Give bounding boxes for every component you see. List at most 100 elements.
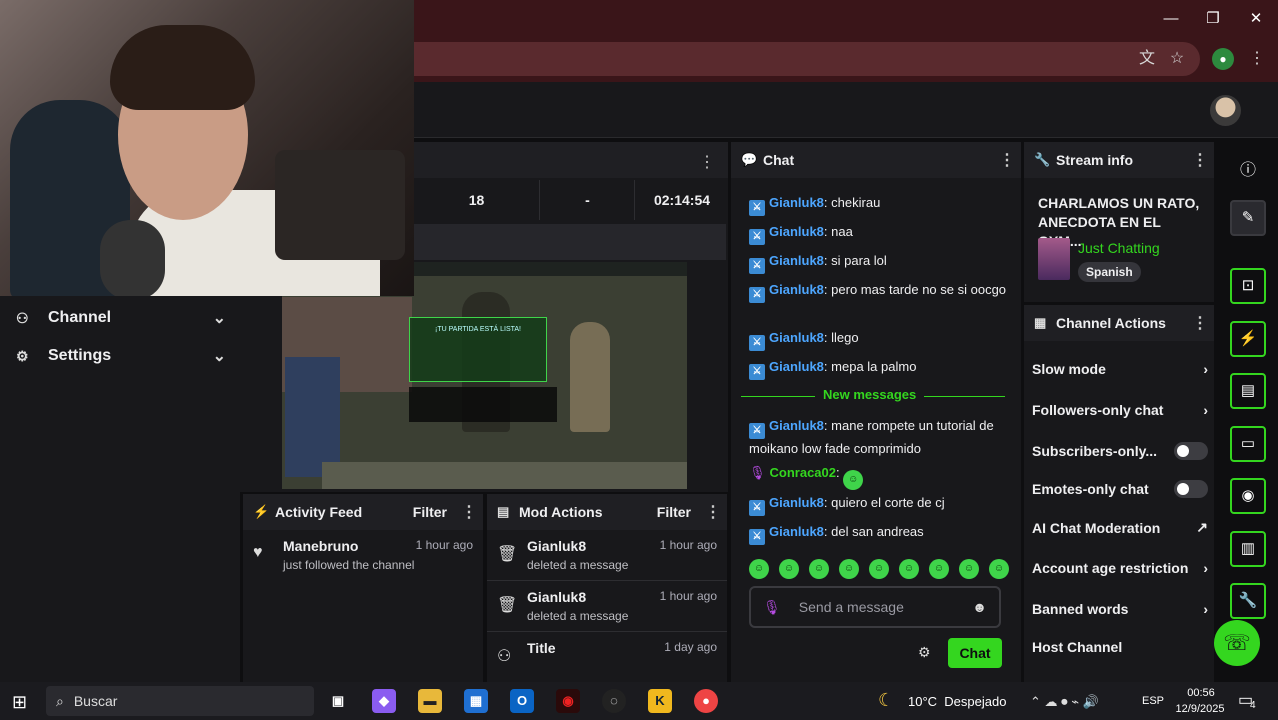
list-item[interactable]: ⚇ Title 1 day ago (487, 632, 727, 674)
emote-icon[interactable]: ☺ (869, 559, 889, 579)
emotes-only-toggle[interactable] (1174, 480, 1208, 498)
more-options-icon[interactable]: ⋮ (1192, 313, 1208, 333)
activity-user: Manebruno (283, 538, 359, 554)
follower-count: - (541, 180, 635, 220)
ai-moderation-row[interactable]: AI Chat Moderation ↗ (1032, 519, 1208, 536)
emote-icon[interactable]: ☺ (959, 559, 979, 579)
lightning-icon[interactable]: ⚡ (1230, 321, 1266, 357)
followers-only-row[interactable]: Followers-only chat › (1032, 402, 1208, 418)
mod-actions-panel: ▤ Mod Actions Filter ⋮ 🗑 Gianluk8 1 hour … (487, 494, 727, 682)
emote-icon[interactable]: ☺ (839, 559, 859, 579)
emote-icon[interactable]: ☺ (779, 559, 799, 579)
obs-icon[interactable]: ◌ (602, 689, 626, 713)
sidebar-item-settings[interactable]: ⚙ Settings ⌄ (16, 341, 226, 371)
close-window-button[interactable]: ✕ (1243, 8, 1269, 30)
slow-mode-row[interactable]: Slow mode › (1032, 361, 1208, 377)
help-chat-icon[interactable]: ☏ (1214, 620, 1260, 666)
task-view-icon[interactable]: ▣ (326, 689, 350, 713)
user-avatar[interactable] (1210, 95, 1241, 126)
file-explorer-icon[interactable]: ▬ (418, 689, 442, 713)
wrench-icon[interactable]: 🔧 (1230, 583, 1266, 619)
mod-time: 1 day ago (664, 640, 717, 654)
chat-input[interactable]: 🎙 Send a message ☻ (749, 586, 1001, 628)
store-icon[interactable]: ▦ (464, 689, 488, 713)
language-indicator[interactable]: ESP (1142, 695, 1164, 707)
chat-message[interactable]: ⚔ Gianluk8: del san andreas (749, 522, 1011, 545)
mod-user: Gianluk8 (527, 538, 587, 554)
stream-info-panel: 🔧 Stream info ⋮ CHARLAMOS UN RATO, ANECD… (1024, 142, 1214, 302)
kick-app-icon[interactable]: K (648, 689, 672, 713)
account-age-row[interactable]: Account age restriction › (1032, 560, 1208, 576)
star-icon[interactable]: ☆ (1166, 48, 1188, 70)
list-item[interactable]: ♥ Manebruno 1 hour ago just followed the … (243, 530, 483, 580)
translate-icon[interactable]: 文 (1136, 48, 1158, 70)
chat-username: Gianluk8 (769, 418, 824, 433)
valorant-icon[interactable]: ◉ (556, 689, 580, 713)
channel-actions-panel: ▦ Channel Actions ⋮ Slow mode › Followers… (1024, 305, 1214, 682)
outlook-icon[interactable]: O (510, 689, 534, 713)
chat-message[interactable]: ⚔ Gianluk8: chekirau (749, 193, 1011, 216)
clock-time[interactable]: 00:56 (1176, 687, 1226, 699)
emotes-only-row[interactable]: Emotes-only chat (1032, 480, 1208, 498)
address-bar[interactable] (330, 42, 1200, 76)
browser-menu-icon[interactable]: ⋮ (1246, 48, 1268, 70)
chat-message[interactable]: ⚔ Gianluk8: si para lol (749, 251, 1011, 274)
banned-words-row[interactable]: Banned words › (1032, 601, 1208, 617)
more-options-icon[interactable]: ⋮ (461, 502, 477, 522)
weather-text[interactable]: 10°C Despejado (908, 694, 1006, 709)
mod-filter-button[interactable]: Filter (657, 504, 705, 520)
stream-info-title: Stream info (1056, 152, 1134, 168)
chat-message[interactable]: ⚔ Gianluk8: naa (749, 222, 1011, 245)
chevron-down-icon: ⌄ (212, 348, 226, 365)
profile-icon[interactable]: ● (1212, 48, 1234, 70)
subscribers-only-toggle[interactable] (1174, 442, 1208, 460)
send-chat-button[interactable]: Chat (948, 638, 1002, 668)
mod-badge-icon: ⚔ (749, 423, 765, 439)
emote-icon[interactable]: ☺ (989, 559, 1009, 579)
host-channel-row[interactable]: Host Channel (1032, 639, 1208, 655)
emote-icon[interactable]: ☺ (929, 559, 949, 579)
chat-message[interactable]: ⚔ Gianluk8: llego (749, 328, 1011, 351)
maximize-button[interactable]: ❐ (1200, 8, 1226, 30)
copilot-icon[interactable]: ◆ (372, 689, 396, 713)
chat-message[interactable]: ⚔ Gianluk8: quiero el corte de cj (749, 493, 1011, 516)
mod-time: 1 hour ago (659, 589, 717, 603)
activity-filter-button[interactable]: Filter (413, 504, 461, 520)
sidebar-item-channel[interactable]: ⚇ Channel ⌄ (16, 303, 226, 333)
chat-username: Gianluk8 (769, 253, 824, 268)
taskbar-search[interactable]: ⌕ Buscar (46, 686, 314, 716)
chat-message[interactable]: ⚔ Gianluk8: mepa la palmo (749, 357, 1011, 380)
stream-category[interactable]: Just Chatting (1078, 240, 1160, 256)
chat-message[interactable]: ⚔ Gianluk8: mane rompete un tutorial de m… (749, 416, 1011, 459)
stream-preview-video[interactable]: ¡TU PARTIDA ESTÁ LISTA! (282, 262, 687, 489)
chrome-icon[interactable]: ● (694, 689, 718, 713)
windows-start-icon[interactable]: ⊞ (12, 692, 27, 713)
list-item[interactable]: 🗑 Gianluk8 1 hour ago deleted a message (487, 530, 727, 581)
clock-date[interactable]: 12/9/2025 (1170, 703, 1230, 715)
emote-icon[interactable]: ☺ (809, 559, 829, 579)
chat-message[interactable]: ⚔ Gianluk8: pero mas tarde no se si oocgo (749, 280, 1011, 303)
edit-icon[interactable]: ✎ (1230, 200, 1266, 236)
notes-icon[interactable]: ▤ (1230, 373, 1266, 409)
clip-icon[interactable]: ⊡ (1230, 268, 1266, 304)
more-options-icon[interactable]: ⋮ (1192, 150, 1208, 170)
list-item[interactable]: 🗑 Gianluk8 1 hour ago deleted a message (487, 581, 727, 632)
chat-bubble-icon[interactable]: ▭ (1230, 426, 1266, 462)
emote-icon[interactable]: ☺ (899, 559, 919, 579)
stream-info-header: 🔧 Stream info ⋮ (1024, 142, 1214, 178)
emoji-icon[interactable]: ☻ (972, 599, 987, 615)
chat-message[interactable]: 🎙 Conraca02: ☺ (749, 463, 1011, 490)
emote-icon[interactable]: ☺ (749, 559, 769, 579)
chat-text: quiero el corte de cj (831, 495, 945, 510)
system-tray-icons[interactable]: ⌃ ☁ ⏺ ⌁ 🔊 (1030, 694, 1099, 710)
more-options-icon[interactable]: ⋮ (705, 502, 721, 522)
layout-icon[interactable]: ▥ (1230, 531, 1266, 567)
more-options-icon[interactable]: ⋮ (699, 152, 715, 172)
info-icon[interactable]: ⓘ (1240, 156, 1256, 180)
category-thumbnail (1038, 238, 1070, 280)
more-options-icon[interactable]: ⋮ (999, 150, 1015, 170)
minimize-button[interactable]: — (1158, 8, 1184, 30)
chat-settings-gear-icon[interactable]: ⚙ (918, 644, 931, 661)
subscribers-only-row[interactable]: Subscribers-only... (1032, 442, 1208, 460)
broadcast-icon[interactable]: ◉ (1230, 478, 1266, 514)
